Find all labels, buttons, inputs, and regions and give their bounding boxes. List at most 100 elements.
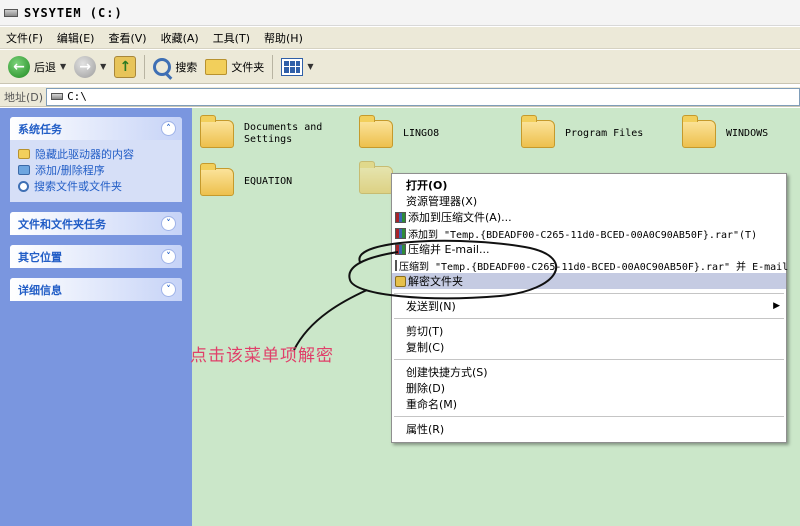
folder-name: EQUATION	[244, 176, 293, 187]
menu-item-rename[interactable]: 重命名(M)	[392, 396, 786, 412]
menu-separator	[394, 318, 784, 319]
menu-item-create-shortcut[interactable]: 创建快捷方式(S)	[392, 364, 786, 380]
back-label: 后退	[34, 60, 56, 74]
submenu-arrow-icon: ▶	[773, 301, 780, 311]
system-tasks-title: 系统任务	[18, 122, 62, 136]
menu-item-label: 解密文件夹	[408, 275, 463, 288]
menu-item-properties[interactable]: 属性(R)	[392, 421, 786, 437]
folder-item[interactable]: WINDOWS	[682, 115, 769, 148]
menu-item-label: 资源管理器(X)	[406, 195, 478, 208]
menu-item-cut[interactable]: 剪切(T)	[392, 323, 786, 339]
expand-icon[interactable]: ˅	[161, 249, 176, 264]
back-arrow-icon: ←	[8, 55, 30, 78]
add-remove-programs-icon	[18, 165, 30, 175]
menu-item-delete[interactable]: 删除(D)	[392, 380, 786, 396]
drive-icon	[4, 8, 18, 17]
menu-edit[interactable]: 编辑(E)	[57, 30, 95, 46]
menu-item-compress-rar-email[interactable]: 压缩到 "Temp.{BDEADF00-C265-11d0-BCED-00A0C…	[392, 257, 789, 273]
task-search-files[interactable]: 搜索文件或文件夹	[18, 178, 174, 194]
folder-name: Documents and Settings	[244, 122, 323, 145]
folders-icon	[205, 58, 228, 75]
menu-item-label: 压缩到 "Temp.{BDEADF00-C265-11d0-BCED-00A0C…	[399, 261, 789, 273]
task-label: 添加/删除程序	[35, 164, 105, 177]
lock-folder-icon	[359, 161, 393, 194]
up-folder-icon: ↑	[114, 55, 137, 78]
menu-separator	[394, 293, 784, 294]
menu-separator	[394, 416, 784, 417]
file-tasks-title: 文件和文件夹任务	[18, 217, 106, 231]
selected-encrypted-folder[interactable]	[359, 161, 393, 194]
menu-item-label: 打开(O)	[406, 179, 448, 192]
folder-name: Program Files	[565, 128, 644, 139]
folder-icon	[521, 115, 555, 148]
details-header[interactable]: 详细信息 ˅	[10, 278, 182, 301]
menu-bar: 文件(F) 编辑(E) 查看(V) 收藏(A) 工具(T) 帮助(H)	[0, 27, 800, 49]
folder-icon	[682, 115, 716, 148]
expand-icon[interactable]: ˅	[161, 216, 176, 231]
title-bar: SYSYTEM (C:)	[0, 0, 800, 26]
menu-view[interactable]: 查看(V)	[108, 30, 146, 46]
folders-button[interactable]: 文件夹	[201, 53, 268, 81]
back-button[interactable]: ← 后退 ▼	[4, 53, 70, 81]
forward-arrow-icon: →	[74, 55, 97, 78]
key-icon	[395, 275, 406, 287]
menu-item-copy[interactable]: 复制(C)	[392, 339, 786, 355]
context-menu: 打开(O) 资源管理器(X) 添加到压缩文件(A)... 添加到 "Temp.{…	[391, 173, 789, 443]
up-button[interactable]: ↑	[110, 53, 140, 81]
address-label: 地址(D)	[4, 90, 44, 104]
views-icon	[281, 57, 304, 76]
other-places-header[interactable]: 其它位置 ˅	[10, 245, 182, 268]
address-value: C:\	[67, 90, 87, 103]
winrar-icon	[395, 243, 406, 255]
folder-icon	[200, 115, 234, 148]
drive-icon	[51, 93, 64, 100]
menu-file[interactable]: 文件(F)	[6, 30, 43, 46]
folder-icon	[200, 163, 234, 196]
menu-item-add-archive[interactable]: 添加到压缩文件(A)...	[392, 209, 786, 225]
menu-help[interactable]: 帮助(H)	[264, 30, 303, 46]
menu-tools[interactable]: 工具(T)	[213, 30, 250, 46]
folder-name: WINDOWS	[726, 128, 769, 139]
task-label: 隐藏此驱动器的内容	[35, 148, 134, 161]
views-dropdown-icon[interactable]: ▼	[307, 62, 313, 71]
views-button[interactable]: ▼	[277, 53, 317, 81]
details-panel: 详细信息 ˅	[10, 278, 182, 301]
menu-item-explorer[interactable]: 资源管理器(X)	[392, 193, 786, 209]
menu-item-open[interactable]: 打开(O)	[392, 177, 786, 193]
other-places-panel: 其它位置 ˅	[10, 245, 182, 268]
toolbar: ← 后退 ▼ → ▼ ↑ 搜索 文件夹 ▼	[0, 50, 800, 84]
expand-icon[interactable]: ˅	[161, 282, 176, 297]
menu-item-compress-email[interactable]: 压缩并 E-mail...	[392, 241, 786, 257]
hide-contents-icon	[18, 149, 30, 159]
system-tasks-header[interactable]: 系统任务 ˄	[10, 117, 182, 140]
collapse-icon[interactable]: ˄	[161, 121, 176, 136]
address-field[interactable]: C:\	[46, 87, 800, 106]
folder-item[interactable]: LINGO8	[359, 115, 439, 148]
menu-item-label: 剪切(T)	[406, 325, 444, 338]
menu-item-label: 发送到(N)	[406, 300, 456, 313]
task-add-remove-programs[interactable]: 添加/删除程序	[18, 162, 174, 178]
menu-item-add-to-rar[interactable]: 添加到 "Temp.{BDEADF00-C265-11d0-BCED-00A0C…	[392, 225, 786, 241]
file-tasks-header[interactable]: 文件和文件夹任务 ˅	[10, 212, 182, 235]
task-hide-drive-contents[interactable]: 隐藏此驱动器的内容	[18, 146, 174, 162]
menu-item-label: 压缩并 E-mail...	[408, 243, 490, 256]
annotation-text: 点击该菜单项解密	[190, 346, 334, 366]
menu-item-send-to[interactable]: 发送到(N) ▶	[392, 298, 786, 314]
search-icon	[18, 180, 29, 192]
folder-item[interactable]: Program Files	[521, 115, 644, 148]
menu-item-label: 属性(R)	[406, 423, 445, 436]
folders-label: 文件夹	[231, 60, 265, 74]
search-button[interactable]: 搜索	[149, 53, 201, 81]
menu-favorites[interactable]: 收藏(A)	[161, 30, 199, 46]
window-title: SYSYTEM (C:)	[24, 5, 123, 20]
menu-item-label: 添加到压缩文件(A)...	[408, 211, 512, 224]
search-icon	[153, 57, 172, 76]
folder-item[interactable]: EQUATION	[200, 163, 293, 196]
menu-item-decrypt-folder[interactable]: 解密文件夹	[392, 273, 786, 289]
menu-item-label: 添加到 "Temp.{BDEADF00-C265-11d0-BCED-00A0C…	[408, 229, 758, 241]
forward-button[interactable]: → ▼	[70, 53, 110, 81]
folder-item[interactable]: Documents and Settings	[200, 115, 324, 148]
forward-dropdown-icon[interactable]: ▼	[100, 62, 106, 71]
toolbar-separator	[144, 54, 146, 79]
back-dropdown-icon[interactable]: ▼	[60, 62, 66, 71]
